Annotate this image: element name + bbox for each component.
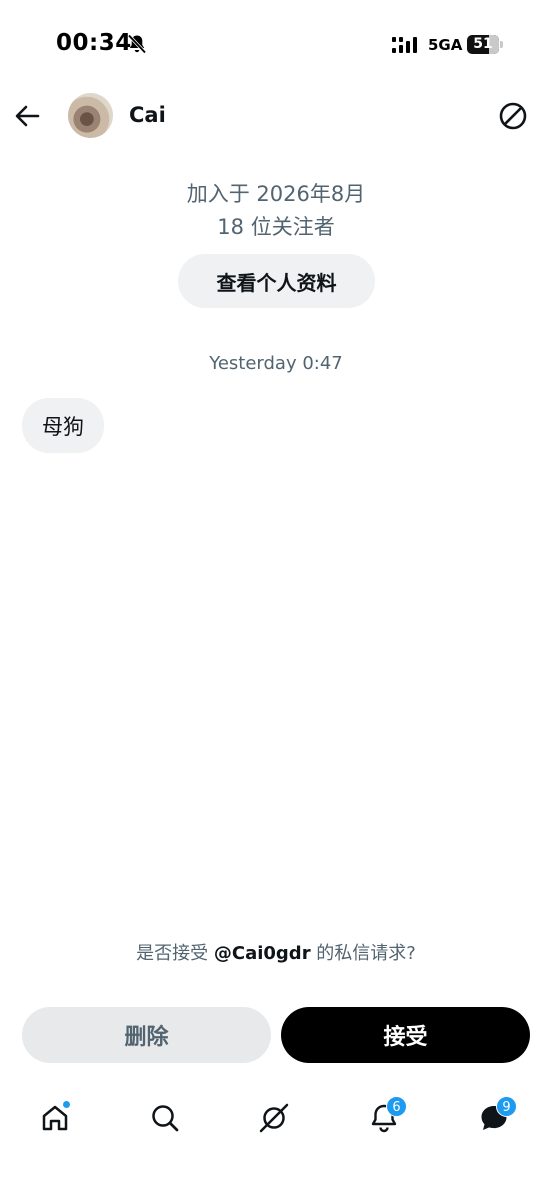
nav-notifications[interactable]: 6 [364,1096,407,1138]
status-time: 00:34 [56,30,132,56]
contact-name[interactable]: Cai [129,103,166,127]
grok-icon [259,1103,289,1133]
followers-count: 18 位关注者 [217,215,335,239]
arrow-left-icon [15,105,40,127]
bottom-nav: 6 9 [0,1090,552,1150]
request-prompt-suffix: 的私信请求? [310,943,416,964]
nav-messages[interactable]: 9 [474,1096,517,1138]
battery-level: 51 [473,36,493,52]
messages-badge: 9 [496,1096,517,1117]
request-prompt: 是否接受 @Cai0gdr 的私信请求? [0,939,552,965]
delete-button[interactable]: 删除 [22,1007,271,1063]
nav-home[interactable] [35,1098,75,1138]
home-notification-dot [62,1100,71,1109]
message-bubble[interactable]: 母狗 [22,398,104,453]
nav-grok[interactable] [254,1098,294,1138]
bell-muted-icon [127,34,147,54]
dm-request-screen: 00:34 5GA 51 Cai 加入于 2026年8月 18 位关注者 查看个… [0,0,552,1200]
nav-search[interactable] [145,1098,185,1138]
joined-date: 加入于 2026年8月 [186,182,366,206]
accept-button[interactable]: 接受 [281,1007,530,1063]
battery-icon: 51 [467,35,499,54]
back-button[interactable] [12,100,44,132]
request-handle[interactable]: @Cai0gdr [214,943,311,964]
avatar[interactable] [68,93,113,138]
notifications-badge: 6 [386,1096,407,1117]
battery-tip [500,41,503,48]
signal-icon [392,37,417,53]
block-button[interactable] [497,100,529,132]
status-bar: 00:34 5GA 51 [0,0,552,90]
conversation-header: Cai [0,90,552,142]
view-profile-button[interactable]: 查看个人资料 [178,254,375,308]
request-prompt-prefix: 是否接受 [136,943,214,964]
block-icon [499,102,527,130]
network-type: 5GA [428,36,463,54]
search-icon [152,1105,179,1132]
message-timestamp: Yesterday 0:47 [209,353,343,374]
